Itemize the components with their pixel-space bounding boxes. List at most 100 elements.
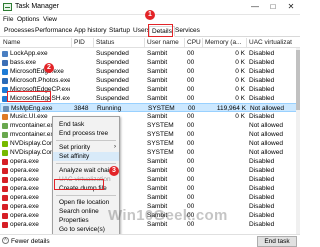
table-row[interactable]: opera.exe Sambit 00 Disabled	[0, 193, 300, 202]
column-name[interactable]: Name	[3, 39, 20, 46]
fewer-details-link[interactable]: Fewer details	[11, 238, 50, 245]
cell-user: SYSTEM	[147, 131, 174, 138]
cell-user: Sambit	[147, 113, 168, 120]
close-button[interactable]: ✕	[282, 0, 300, 14]
table-row[interactable]: opera.exe Sambit 00 Disabled	[0, 157, 300, 166]
maximize-button[interactable]: □	[264, 0, 282, 14]
cell-user: Sambit	[147, 95, 168, 102]
table-row[interactable]: opera.exe Sambit 00 Disabled	[0, 166, 300, 175]
tab-performance[interactable]: Performance	[33, 26, 74, 37]
cell-mem: 0 K	[235, 113, 245, 120]
table-row[interactable]: mvcontainer.exe SYSTEM 00 Not allowed	[0, 121, 300, 130]
cell-status: Suspended	[96, 95, 129, 102]
cell-cpu: 00	[187, 86, 195, 93]
process-icon	[2, 185, 8, 192]
tab-startup[interactable]: Startup	[107, 26, 132, 37]
column-uac[interactable]: UAC virtualizat	[246, 38, 292, 47]
process-icon	[2, 149, 8, 156]
table-row[interactable]: NVDisplay.Contai... SYSTEM 00 Not allowed	[0, 139, 300, 148]
table-row[interactable]: MsMpEng.exe 3848 Running SYSTEM 00 119,964 KN…	[0, 103, 300, 112]
column-cpu[interactable]: CPU	[184, 38, 201, 47]
cell-uac: Disabled	[249, 203, 275, 210]
menu-file[interactable]: File	[3, 16, 13, 23]
menu-item-open-file-location[interactable]: Open file location	[53, 198, 119, 207]
process-icon	[2, 176, 8, 183]
step-badge-3: 3	[109, 166, 119, 176]
cell-user: SYSTEM	[147, 149, 174, 156]
menu-item-label: Properties	[59, 217, 89, 224]
column-status[interactable]: Status	[93, 38, 114, 47]
cell-cpu: 00	[187, 194, 195, 201]
tab-processes[interactable]: Processes	[2, 26, 36, 37]
cell-uac: Not allowed	[249, 140, 283, 147]
menu-separator	[56, 140, 116, 141]
tab-app-history[interactable]: App history	[72, 26, 109, 37]
cell-status: Suspended	[96, 86, 129, 93]
menu-item-set-affinity[interactable]: Set affinity	[53, 152, 119, 161]
process-icon	[2, 203, 8, 210]
scrollbar-thumb[interactable]	[296, 50, 300, 110]
process-icon	[2, 131, 8, 138]
cell-user: Sambit	[147, 77, 168, 84]
cell-status: Suspended	[96, 68, 129, 75]
cell-cpu: 00	[187, 131, 195, 138]
cell-name: MicrosoftEdge.exe	[10, 68, 64, 75]
cell-status: Suspended	[96, 77, 129, 84]
table-header: Name PID Status User name CPU Memory (a.…	[0, 38, 300, 48]
menu-options[interactable]: Options	[17, 16, 39, 23]
window-title: Task Manager	[15, 3, 59, 10]
cell-mem: 0 K	[235, 68, 245, 75]
cell-user: Sambit	[147, 50, 168, 57]
menu-item-set-priority[interactable]: Set priority ›	[53, 143, 119, 152]
table-row[interactable]: mvcontainer.exe SYSTEM 00 Not allowed	[0, 130, 300, 139]
cell-uac: Disabled	[249, 77, 275, 84]
cell-uac: Disabled	[249, 176, 275, 183]
process-icon	[2, 50, 8, 57]
cell-uac: Disabled	[249, 95, 275, 102]
cell-uac: Disabled	[249, 194, 275, 201]
cell-uac: Disabled	[249, 212, 275, 219]
menu-view[interactable]: View	[43, 16, 57, 23]
chevron-up-icon[interactable]: ˄	[2, 237, 9, 244]
column-pid[interactable]: PID	[71, 38, 85, 47]
set-affinity-highlight	[54, 179, 104, 190]
column-user-name[interactable]: User name	[144, 38, 179, 47]
menu-item-label: Open file location	[59, 199, 110, 206]
table-row[interactable]: LockApp.exe Suspended Sambit 00 0 K Disabled	[0, 49, 300, 58]
cell-mem: 0 K	[235, 77, 245, 84]
table-row[interactable]: Music.UI.exe Sambit 00 0 K Disabled	[0, 112, 300, 121]
table-row[interactable]: opera.exe Sambit 00 Disabled	[0, 184, 300, 193]
cell-mem: 0 K	[235, 59, 245, 66]
menu-item-go-to-service-s[interactable]: Go to service(s)	[53, 225, 119, 234]
cell-cpu: 00	[187, 59, 195, 66]
cell-user: Sambit	[147, 176, 168, 183]
cell-user: SYSTEM	[147, 140, 174, 147]
menu-item-label: End task	[59, 121, 85, 128]
cell-cpu: 00	[187, 50, 195, 57]
cell-cpu: 00	[187, 140, 195, 147]
menu-item-label: Set priority	[59, 144, 91, 151]
cell-cpu: 00	[187, 149, 195, 156]
menu-item-end-process-tree[interactable]: End process tree	[53, 129, 119, 138]
cell-uac: Not allowed	[249, 122, 283, 129]
cell-user: Sambit	[147, 158, 168, 165]
status-bar: ˄ Fewer details End task	[0, 234, 300, 247]
cell-uac: Not allowed	[249, 149, 283, 156]
table-row[interactable]: Microsoft.Photos.exe Suspended Sambit 00 0 K…	[0, 76, 300, 85]
task-manager-icon	[3, 3, 12, 11]
table-row[interactable]: opera.exe Sambit 00 Disabled	[0, 175, 300, 184]
step-badge-1: 1	[145, 10, 155, 20]
tab-services[interactable]: Services	[173, 26, 202, 37]
menu-item-label: End process tree	[59, 130, 109, 137]
process-icon	[2, 158, 8, 165]
cell-cpu: 00	[187, 185, 195, 192]
end-task-button[interactable]: End task	[257, 236, 297, 247]
minimize-button[interactable]: —	[246, 0, 264, 14]
cell-uac: Disabled	[249, 221, 275, 228]
table-row[interactable]: NVDisplay.Contai... SYSTEM 00 Not allowed	[0, 148, 300, 157]
cell-status: Suspended	[96, 59, 129, 66]
column-memory[interactable]: Memory (a...	[202, 38, 241, 47]
menu-item-end-task[interactable]: End task	[53, 120, 119, 129]
vertical-scrollbar[interactable]	[296, 48, 300, 234]
menu-separator	[56, 163, 116, 164]
